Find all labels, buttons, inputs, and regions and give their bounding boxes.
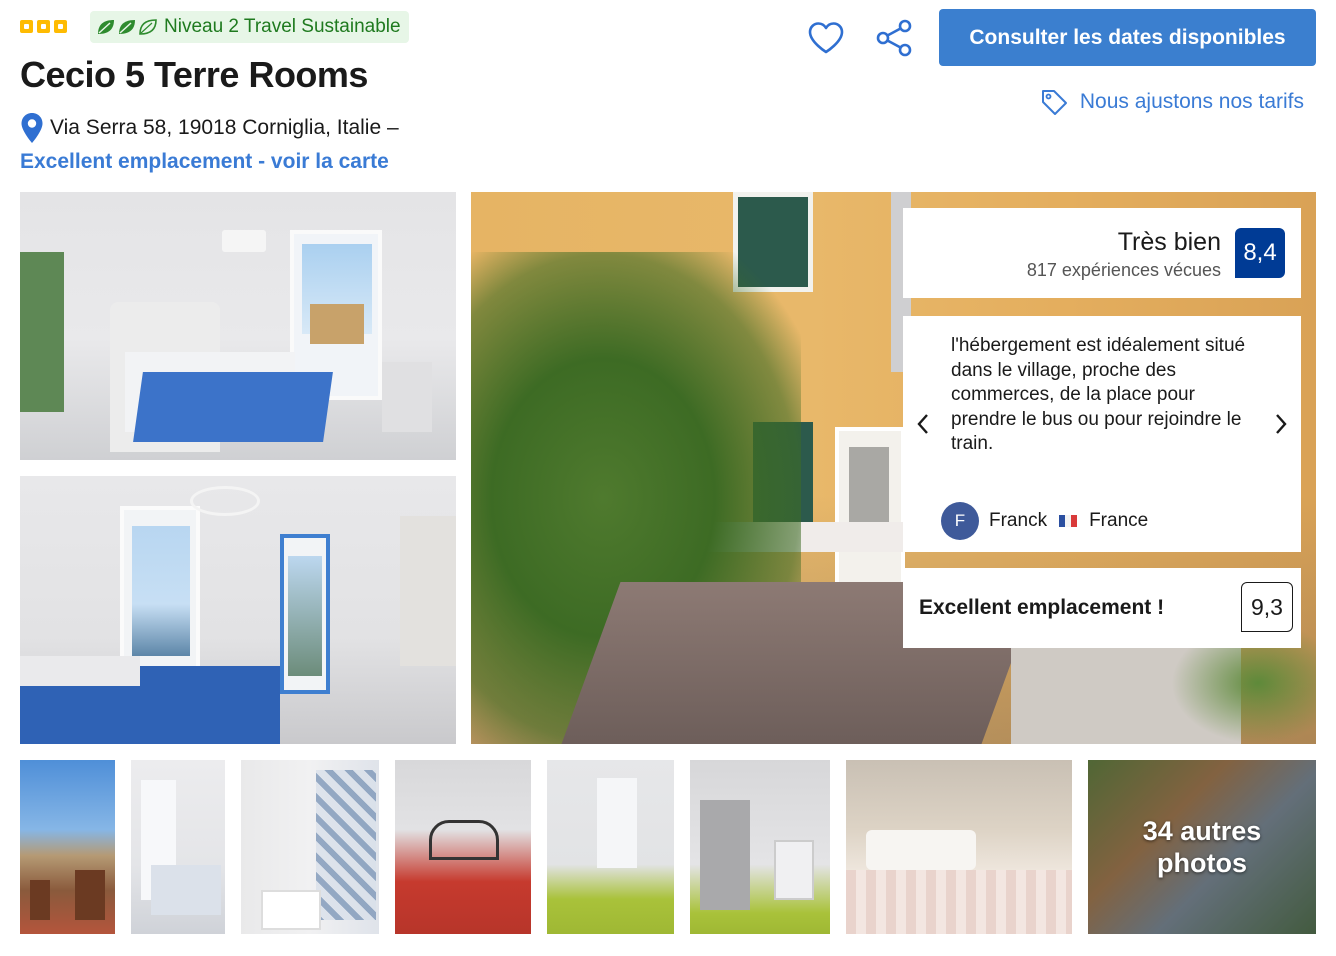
room-photo-1[interactable] — [20, 192, 456, 460]
reviewer-name: Franck — [989, 510, 1048, 531]
favorite-button[interactable] — [806, 18, 846, 58]
next-review-button[interactable] — [1269, 412, 1293, 436]
thumbnail-photo[interactable] — [846, 760, 1072, 934]
location-rating-label: Excellent emplacement ! — [919, 596, 1165, 619]
chevron-left-icon — [917, 414, 928, 434]
hotel-name: Cecio 5 Terre Rooms — [20, 54, 368, 95]
share-button[interactable] — [874, 18, 914, 58]
leaf-icon — [119, 20, 135, 34]
leaf-icons — [96, 18, 158, 36]
star-icon — [54, 20, 67, 33]
leaf-outline-icon — [139, 19, 157, 35]
tag-icon — [1041, 90, 1067, 115]
france-flag-icon — [1059, 515, 1078, 527]
leaf-icon — [98, 20, 114, 34]
thumbnail-photo[interactable] — [547, 760, 674, 934]
thumbnail-photo[interactable] — [20, 760, 115, 934]
more-photos-button[interactable]: 34 autres photos — [1088, 760, 1316, 934]
share-icon — [876, 19, 912, 57]
previous-review-button[interactable] — [911, 412, 935, 436]
view-map-link[interactable]: Excellent emplacement - voir la carte — [20, 150, 389, 174]
reviewer-country: France — [1089, 510, 1149, 531]
thumbnail-photo[interactable] — [131, 760, 225, 934]
thumbnail-photo[interactable] — [241, 760, 379, 934]
address-row: Via Serra 58, 19018 Corniglia, Italie – — [20, 112, 399, 144]
star-rating — [20, 20, 67, 33]
heart-icon — [808, 22, 844, 54]
map-pin-icon — [21, 113, 43, 143]
rating-label: Très bien — [1117, 228, 1221, 256]
review-score-badge: 8,4 — [1235, 228, 1285, 278]
more-photos-suffix: photos — [1157, 848, 1247, 878]
room-photo-2[interactable] — [20, 476, 456, 744]
sustainability-label: Niveau 2 Travel Sustainable — [164, 16, 401, 37]
review-score-card[interactable]: Très bien 817 expériences vécues 8,4 — [903, 208, 1301, 298]
star-icon — [20, 20, 33, 33]
sustainability-badge[interactable]: Niveau 2 Travel Sustainable — [90, 11, 409, 43]
star-icon — [37, 20, 50, 33]
check-availability-button[interactable]: Consulter les dates disponibles — [939, 9, 1316, 66]
price-match-link[interactable]: Nous ajustons nos tarifs — [1040, 88, 1304, 116]
hotel-address: Via Serra 58, 19018 Corniglia, Italie – — [50, 116, 399, 139]
review-count: 817 expériences vécues — [1026, 260, 1221, 280]
thumbnail-photo[interactable] — [690, 760, 830, 934]
reviewer-info: F Franck France — [941, 502, 1148, 540]
location-score-badge: 9,3 — [1241, 582, 1293, 632]
location-rating-card[interactable]: Excellent emplacement ! 9,3 — [903, 568, 1301, 648]
review-text: l'hébergement est idéalement situé dans … — [951, 335, 1246, 454]
thumbnail-photo[interactable] — [395, 760, 531, 934]
chevron-right-icon — [1276, 414, 1287, 434]
avatar: F — [941, 502, 979, 540]
more-photos-count: 34 autres — [1142, 816, 1262, 846]
price-match-label: Nous ajustons nos tarifs — [1079, 90, 1304, 113]
featured-review-card: l'hébergement est idéalement situé dans … — [903, 316, 1301, 552]
